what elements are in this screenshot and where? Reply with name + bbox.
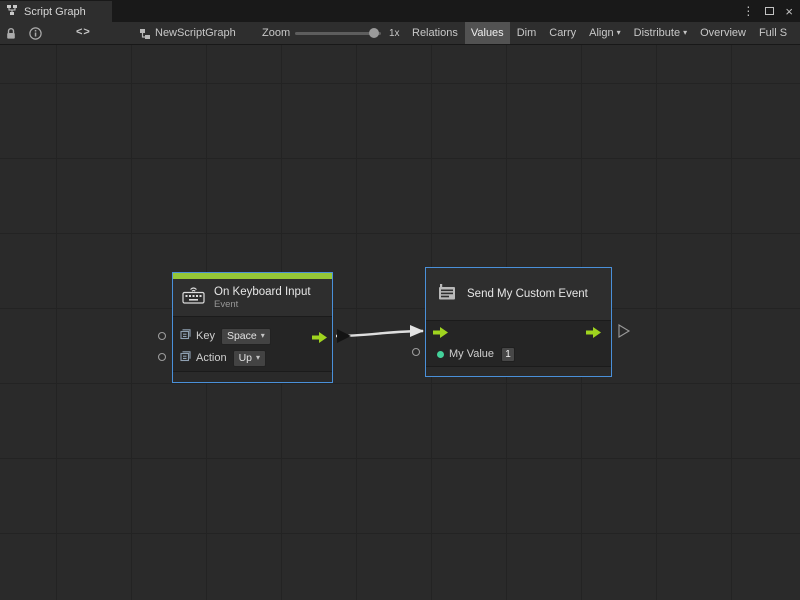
- close-icon[interactable]: ×: [785, 5, 793, 18]
- code-view-icon[interactable]: <>: [76, 26, 91, 38]
- node-on-keyboard-input[interactable]: On Keyboard Input Event Key Space ▾: [172, 272, 333, 383]
- zoom-slider-handle[interactable]: [369, 28, 379, 38]
- port-row-my-value: My Value 1: [426, 345, 611, 363]
- flow-input-icon[interactable]: [433, 325, 448, 339]
- input-port-key[interactable]: [159, 333, 166, 340]
- dropdown-arrow-icon: ▾: [256, 353, 260, 362]
- carry-button[interactable]: Carry: [543, 22, 582, 44]
- titlebar: Script Graph ⋮ ×: [0, 0, 800, 22]
- node-title: Send My Custom Event: [467, 288, 588, 300]
- flow-output-port-outline[interactable]: [619, 325, 629, 337]
- node-title: On Keyboard Input: [214, 286, 311, 298]
- flow-row: [433, 325, 601, 339]
- relations-button[interactable]: Relations: [406, 22, 464, 44]
- port-label-my-value: My Value: [449, 348, 494, 360]
- keyboard-icon: [182, 286, 205, 309]
- value-port-dot-icon[interactable]: [437, 351, 444, 358]
- key-dropdown[interactable]: Space ▾: [221, 328, 271, 345]
- script-graph-icon: [6, 4, 18, 19]
- node-subtitle: Event: [214, 299, 311, 310]
- graph-asset-icon: [139, 28, 151, 43]
- node-header: Send My Custom Event: [426, 268, 611, 321]
- dropdown-arrow-icon: ▾: [261, 331, 265, 340]
- my-value-input[interactable]: 1: [501, 347, 515, 362]
- distribute-dropdown-button[interactable]: Distribute ▾: [628, 22, 693, 44]
- dropdown-arrow-icon: ▾: [683, 22, 687, 44]
- node-footer: [426, 366, 611, 376]
- fullscreen-button[interactable]: Full S: [753, 22, 793, 44]
- dim-button[interactable]: Dim: [511, 22, 543, 44]
- flow-output-icon[interactable]: [312, 330, 327, 348]
- tab-script-graph[interactable]: Script Graph: [0, 1, 112, 22]
- port-label-key: Key: [196, 330, 215, 342]
- window-controls: ⋮ ×: [742, 0, 793, 22]
- dropdown-arrow-icon: ▾: [617, 22, 621, 44]
- info-icon[interactable]: [29, 27, 42, 43]
- flow-output-icon[interactable]: [586, 325, 601, 339]
- enum-type-icon: [180, 327, 191, 345]
- zoom-label: Zoom: [262, 27, 290, 39]
- flow-output-port-triangle[interactable]: [337, 329, 351, 343]
- overview-button[interactable]: Overview: [694, 22, 752, 44]
- zoom-value: 1x: [389, 28, 400, 39]
- window-menu-icon[interactable]: ⋮: [742, 5, 754, 17]
- custom-event-icon: [437, 282, 457, 307]
- node-footer: [173, 371, 332, 382]
- align-dropdown-button[interactable]: Align ▾: [583, 22, 626, 44]
- input-port-my-value[interactable]: [413, 349, 420, 356]
- graph-name[interactable]: NewScriptGraph: [155, 27, 236, 39]
- port-row-key: Key Space ▾: [173, 326, 332, 346]
- tab-title: Script Graph: [24, 6, 86, 18]
- input-port-action[interactable]: [159, 354, 166, 361]
- node-header: On Keyboard Input Event: [173, 279, 332, 317]
- graph-toolbar: <> NewScriptGraph Zoom 1x Relations Valu…: [0, 22, 800, 45]
- toolbar-buttons: Relations Values Dim Carry Align ▾ Distr…: [406, 22, 800, 44]
- connections-layer: [0, 45, 800, 600]
- port-label-action: Action: [196, 352, 227, 364]
- enum-type-icon: [180, 349, 191, 367]
- lock-icon[interactable]: [5, 27, 17, 43]
- graph-canvas[interactable]: On Keyboard Input Event Key Space ▾: [0, 45, 800, 600]
- wire-arrowhead-icon: [410, 325, 424, 337]
- port-row-action: Action Up ▾: [173, 348, 332, 368]
- maximize-icon[interactable]: [765, 7, 774, 15]
- node-send-my-custom-event[interactable]: Send My Custom Event My Value 1: [425, 267, 612, 377]
- values-button[interactable]: Values: [465, 22, 510, 44]
- action-dropdown[interactable]: Up ▾: [233, 350, 266, 367]
- zoom-slider[interactable]: [295, 32, 381, 35]
